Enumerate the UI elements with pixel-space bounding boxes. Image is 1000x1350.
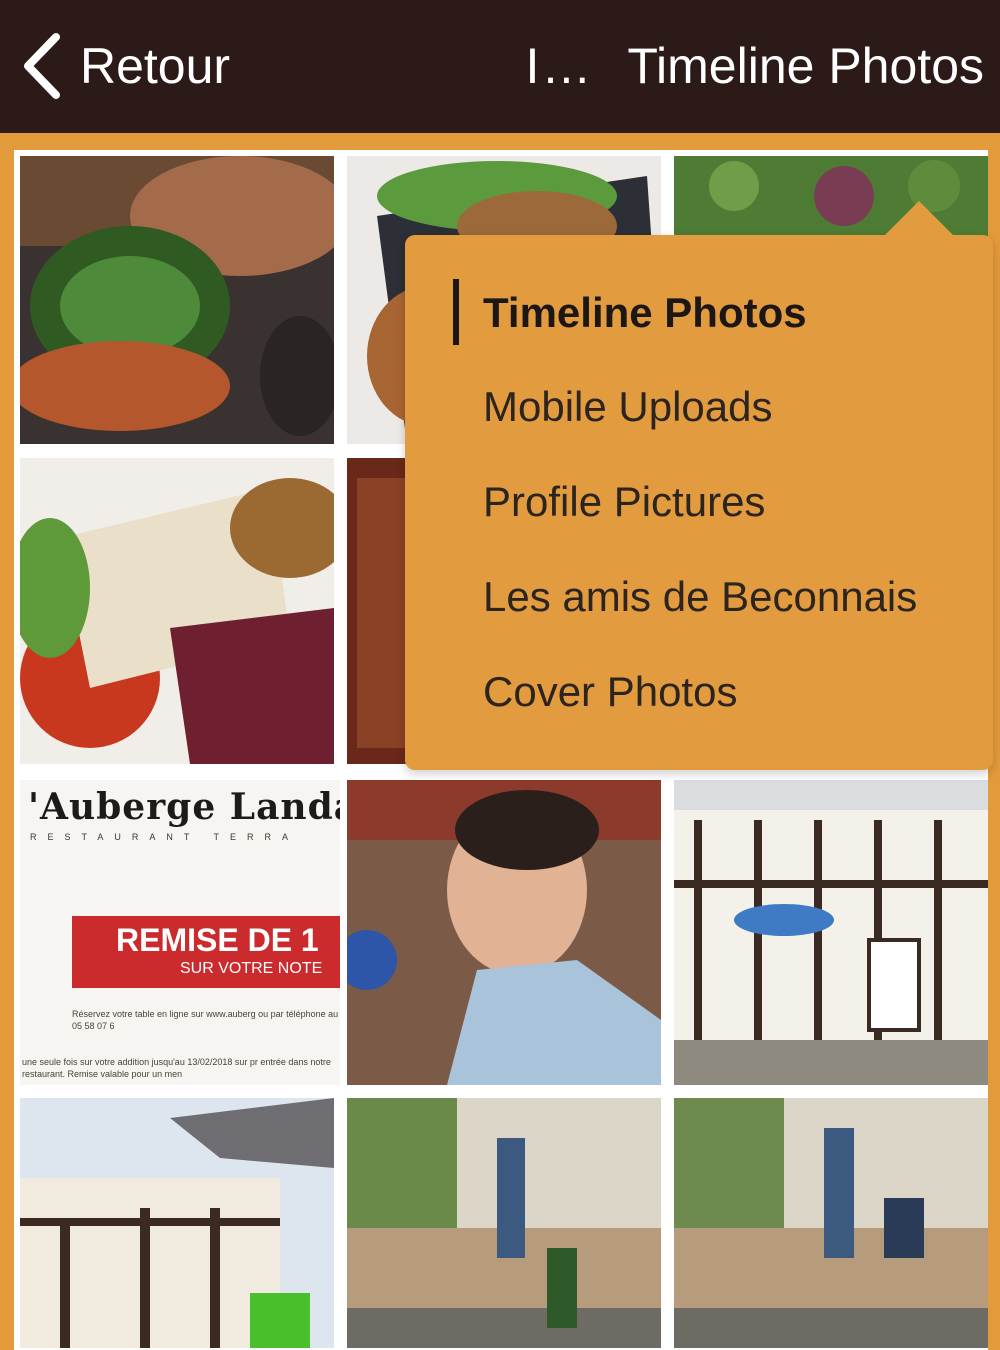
photo-tile-promo[interactable]: 'Auberge Landa RESTAURANT TERRA REMISE D… xyxy=(20,780,340,1085)
promo-brand: 'Auberge Landa xyxy=(28,786,340,828)
photo-tile[interactable] xyxy=(674,780,988,1085)
album-dropdown-menu: Timeline Photos Mobile Uploads Profile P… xyxy=(405,201,993,770)
promo-banner: REMISE DE 1 SUR VOTRE NOTE xyxy=(72,916,340,988)
building-photo xyxy=(674,780,988,1085)
menu-item-les-amis-de-beconnais[interactable]: Les amis de Beconnais xyxy=(483,573,917,621)
photo-tile[interactable] xyxy=(674,1098,988,1348)
navigation-bar: Retour I… Timeline Photos xyxy=(0,0,1000,133)
album-title-selector[interactable]: I… Timeline Photos xyxy=(525,30,984,102)
promo-fine-print-2: une seule fois sur votre addition jusqu'… xyxy=(22,1057,331,1079)
menu-item-cover-photos[interactable]: Cover Photos xyxy=(483,668,737,716)
promo-banner-sub: SUR VOTRE NOTE xyxy=(180,960,323,977)
terrace-photo xyxy=(20,1098,334,1348)
promo-subtitle: RESTAURANT TERRA xyxy=(30,832,300,842)
photo-tile[interactable] xyxy=(20,1098,334,1348)
popover-arrow xyxy=(885,201,953,235)
truncated-title: I… xyxy=(525,38,594,94)
menu-item-profile-pictures[interactable]: Profile Pictures xyxy=(483,478,765,526)
page-title: Timeline Photos xyxy=(627,38,984,94)
performer-photo-2 xyxy=(674,1098,988,1348)
food-photo-duck xyxy=(20,156,334,444)
promo-fine-print: Réservez votre table en ligne sur www.au… xyxy=(72,1009,339,1031)
menu-item-timeline-photos[interactable]: Timeline Photos xyxy=(483,289,807,337)
promo-banner-main: REMISE DE 1 xyxy=(116,922,319,958)
active-indicator xyxy=(453,279,459,345)
photo-tile[interactable] xyxy=(20,156,334,444)
portrait-photo xyxy=(347,780,661,1085)
food-photo-foie-gras xyxy=(20,458,334,764)
photo-tile[interactable] xyxy=(347,1098,661,1348)
performer-photo xyxy=(347,1098,661,1348)
photo-tile[interactable] xyxy=(20,458,334,764)
chevron-left-icon xyxy=(24,33,60,99)
back-label: Retour xyxy=(80,38,231,94)
back-button[interactable]: Retour xyxy=(20,30,230,102)
header-divider xyxy=(0,133,1000,149)
photo-tile[interactable] xyxy=(347,780,661,1085)
menu-item-mobile-uploads[interactable]: Mobile Uploads xyxy=(483,383,773,431)
